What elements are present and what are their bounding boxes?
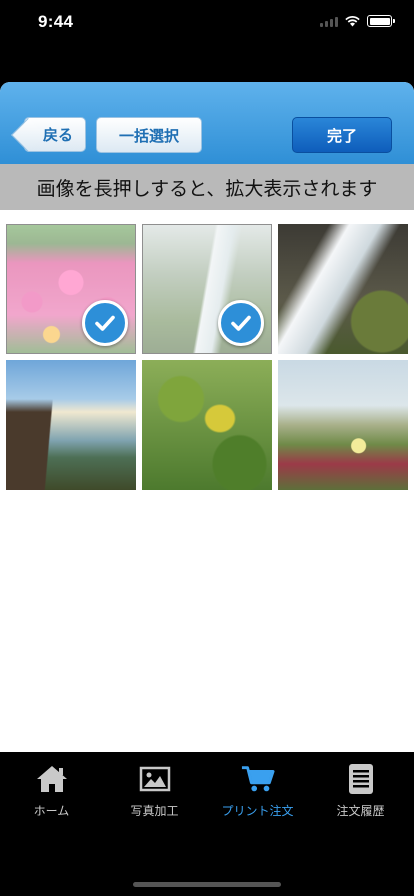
photo-thumbnail[interactable] <box>6 360 136 490</box>
home-icon <box>35 762 69 796</box>
status-bar: 9:44 <box>0 0 414 44</box>
photo-selection-sheet: 戻る 一括選択 完了 画像を長押しすると、拡大表示されます <box>0 82 414 752</box>
long-press-hint: 画像を長押しすると、拡大表示されます <box>0 164 414 210</box>
photo-grid <box>6 224 408 490</box>
back-button-label: 戻る <box>42 126 73 144</box>
photo-thumbnail[interactable] <box>278 360 408 490</box>
status-time: 9:44 <box>38 12 74 31</box>
tab-order-history[interactable]: 注文履歴 <box>309 762 412 819</box>
tab-label: 写真加工 <box>130 804 179 818</box>
status-icons <box>320 15 395 27</box>
photo-thumbnail[interactable] <box>142 224 272 354</box>
checkmark-icon <box>218 300 264 346</box>
tab-label: 注文履歴 <box>336 804 385 818</box>
home-indicator[interactable] <box>133 882 281 887</box>
battery-icon <box>367 15 395 27</box>
document-icon <box>344 762 378 796</box>
tab-bar: ホーム 写真加工 プリント注文 注文履歴 <box>0 752 414 896</box>
cellular-signal-icon <box>320 16 338 27</box>
wifi-icon <box>345 16 360 27</box>
cart-icon <box>241 762 275 796</box>
tab-print-order[interactable]: プリント注文 <box>206 762 309 819</box>
photo-thumbnail[interactable] <box>6 224 136 354</box>
photo-thumbnail[interactable] <box>142 360 272 490</box>
done-button[interactable]: 完了 <box>292 117 392 153</box>
photo-thumbnail[interactable] <box>278 224 408 354</box>
tab-home[interactable]: ホーム <box>0 762 103 819</box>
back-button[interactable]: 戻る <box>24 117 86 152</box>
select-all-button[interactable]: 一括選択 <box>96 117 202 153</box>
image-icon <box>138 762 172 796</box>
tab-label: ホーム <box>33 804 70 818</box>
navigation-bar: 戻る 一括選択 完了 <box>0 82 414 164</box>
checkmark-icon <box>82 300 128 346</box>
tab-photo-edit[interactable]: 写真加工 <box>103 762 206 819</box>
tab-label: プリント注文 <box>221 804 294 818</box>
